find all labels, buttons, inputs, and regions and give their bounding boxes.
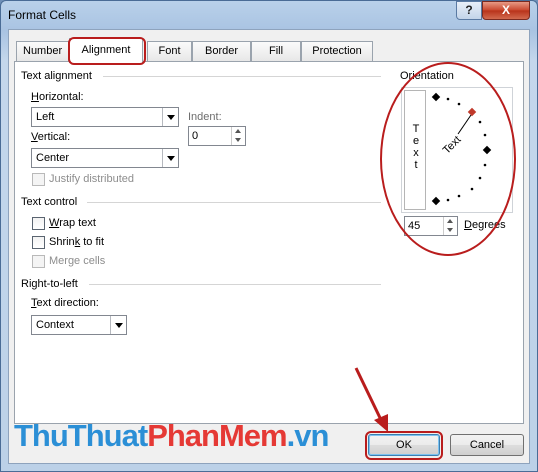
cancel-button[interactable]: Cancel [450,434,524,456]
right-to-left-heading: Right-to-left [21,278,78,290]
indent-label: Indent: [188,111,222,123]
horizontal-value: Left [36,111,55,123]
tab-font[interactable]: Font [147,41,192,62]
spin-up-icon[interactable] [232,127,245,136]
shrink-to-fit-checkbox[interactable] [32,236,45,249]
spin-down-icon[interactable] [232,136,245,145]
chevron-down-icon[interactable] [162,108,178,126]
arrow-annotation [354,367,388,432]
tab-protection[interactable]: Protection [301,41,373,62]
text-control-heading: Text control [21,196,78,208]
window-title: Format Cells [8,8,77,22]
divider [89,284,381,285]
justify-distributed-label: Justify distributed [49,173,134,185]
divider [103,76,381,77]
close-button[interactable]: X [482,1,530,20]
text-direction-value: Context [36,319,74,331]
wrap-text-label: Wrap text [49,217,96,229]
justify-distributed-checkbox[interactable] [32,173,45,186]
divider [87,202,381,203]
arrow-shaft [354,367,384,423]
chevron-down-icon[interactable] [162,149,178,167]
text-direction-select[interactable]: Context [31,315,127,335]
alignment-tab-highlight [68,37,146,65]
horizontal-label: Horizontal: [31,91,84,103]
text-alignment-heading: Text alignment [21,70,92,82]
indent-spinner[interactable]: 0 [188,126,246,146]
vertical-select[interactable]: Center [31,148,179,168]
vertical-value: Center [36,152,70,164]
tab-fill[interactable]: Fill [251,41,301,62]
help-button[interactable]: ? [456,1,482,20]
site-watermark: ThuThuatPhanMem.vn [14,418,329,453]
chevron-down-icon[interactable] [110,316,126,334]
vertical-label: Vertical: [31,131,71,143]
indent-value: 0 [192,130,199,142]
text-direction-label: Text direction: [31,297,99,309]
tab-number[interactable]: Number [16,41,69,62]
tab-border[interactable]: Border [192,41,251,62]
orientation-highlight [380,62,516,256]
merge-cells-label: Merge cells [49,255,106,267]
horizontal-select[interactable]: Left [31,107,179,127]
wrap-text-checkbox[interactable] [32,217,45,230]
merge-cells-checkbox[interactable] [32,255,45,268]
shrink-to-fit-label: Shrink to fit [49,236,105,248]
